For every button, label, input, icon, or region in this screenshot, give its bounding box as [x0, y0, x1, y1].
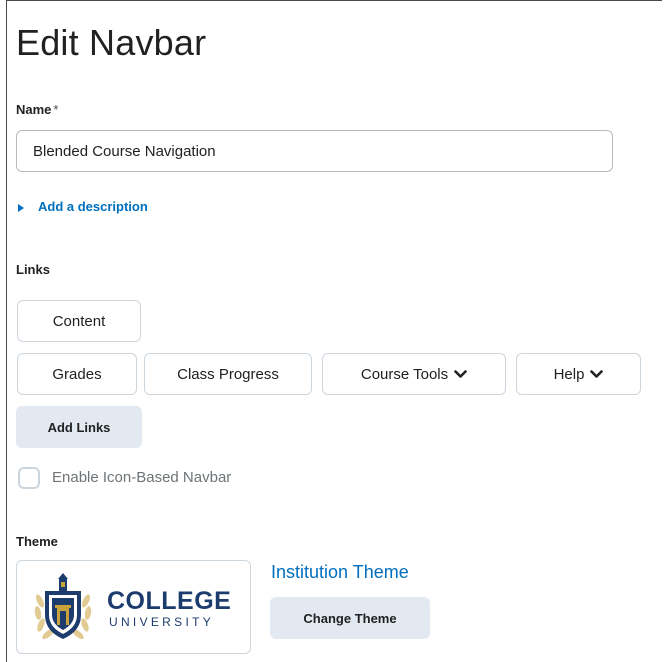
link-content-button[interactable]: Content	[17, 300, 141, 342]
caret-right-icon	[18, 203, 24, 212]
theme-label: Theme	[16, 534, 58, 549]
college-crest-logo	[31, 571, 95, 648]
chevron-down-icon	[454, 366, 467, 383]
theme-preview-card: COLLEGE UNIVERSITY	[16, 560, 251, 654]
add-links-button[interactable]: Add Links	[16, 406, 142, 448]
icon-navbar-checkbox[interactable]	[18, 467, 40, 489]
add-description-label: Add a description	[38, 199, 148, 214]
name-label: Name *	[16, 102, 58, 117]
chevron-down-icon	[590, 366, 604, 383]
link-class-progress-label: Class Progress	[177, 365, 279, 383]
add-description-link[interactable]: Add a description	[18, 199, 148, 214]
change-theme-label: Change Theme	[303, 610, 397, 626]
add-links-label: Add Links	[47, 419, 111, 435]
link-content-label: Content	[52, 312, 106, 330]
icon-navbar-label: Enable Icon-Based Navbar	[52, 469, 232, 486]
theme-name-link[interactable]: Institution Theme	[271, 562, 409, 583]
link-course-tools-button[interactable]: Course Tools	[322, 353, 506, 395]
required-marker: *	[53, 102, 59, 117]
link-class-progress-button[interactable]: Class Progress	[144, 353, 312, 395]
link-course-tools-label: Course Tools	[360, 365, 449, 383]
change-theme-button[interactable]: Change Theme	[270, 597, 430, 639]
link-grades-label: Grades	[52, 365, 102, 383]
name-input[interactable]	[16, 130, 613, 172]
link-grades-button[interactable]: Grades	[17, 353, 137, 395]
logo-wordmark-college: COLLEGE	[107, 587, 232, 615]
link-help-label: Help	[553, 365, 585, 383]
name-label-text: Name	[16, 102, 52, 117]
link-help-button[interactable]: Help	[516, 353, 641, 395]
page-title: Edit Navbar	[16, 22, 207, 63]
links-label: Links	[16, 262, 50, 277]
logo-wordmark-university: UNIVERSITY	[109, 615, 215, 629]
